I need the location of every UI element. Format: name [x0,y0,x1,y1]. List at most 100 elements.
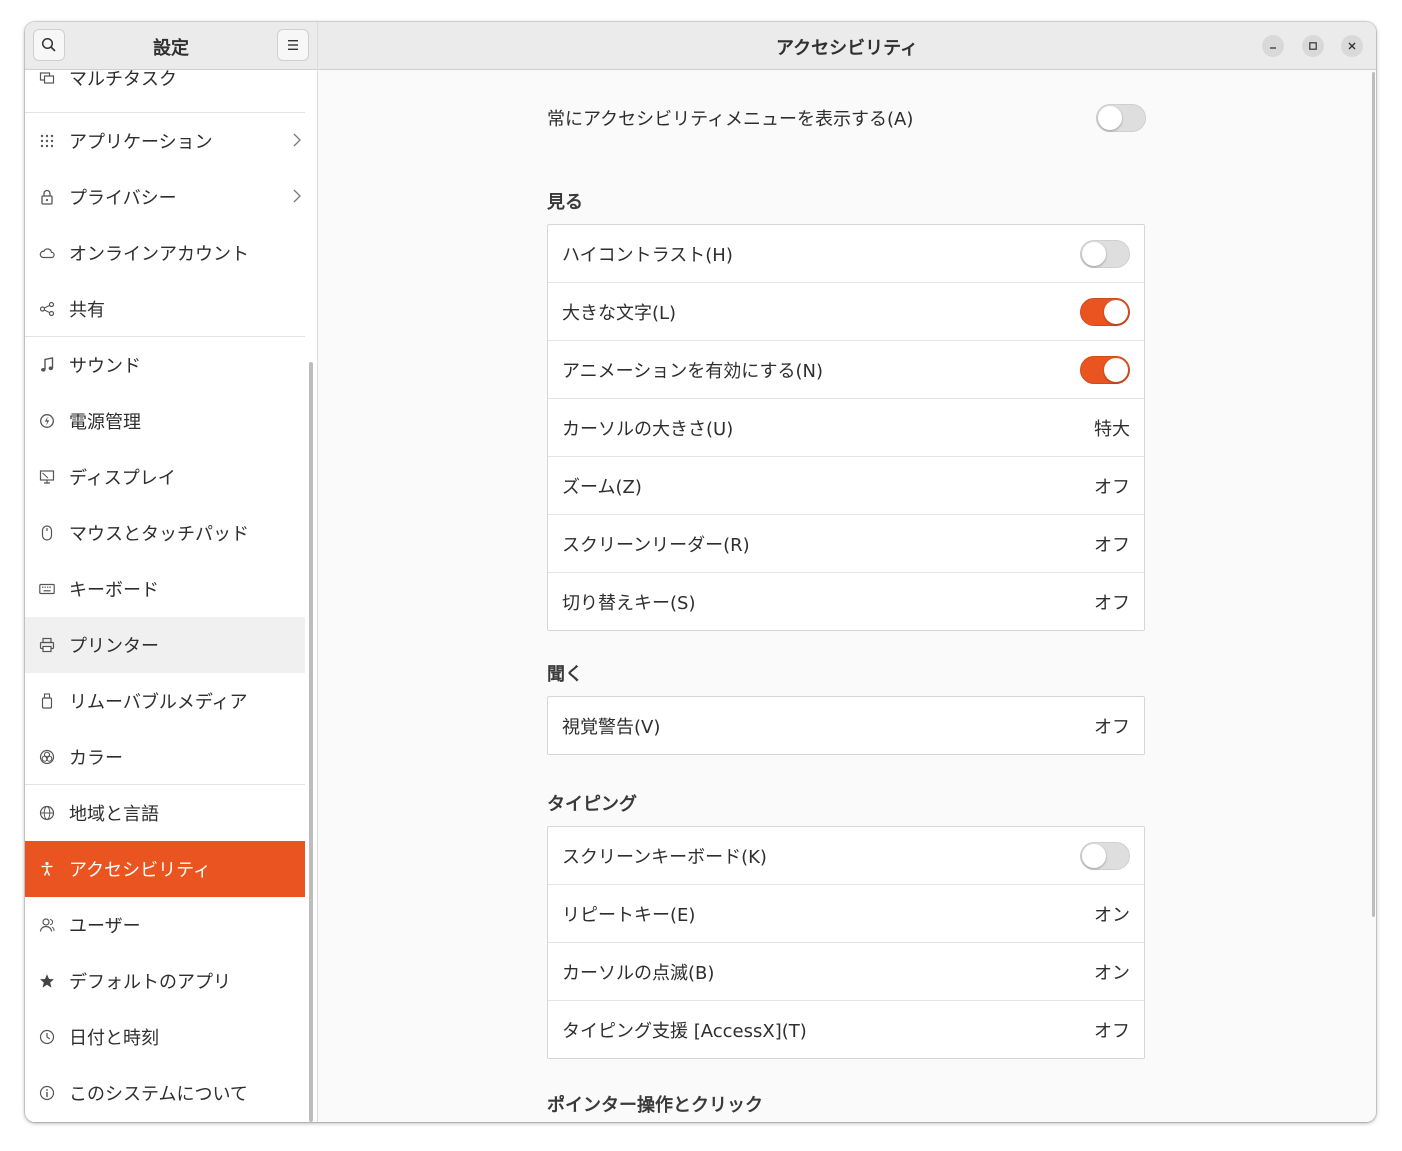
settings-window: 設定 マルチタスク アプリケーション プライバシー オンラインアカウント 共有 … [25,22,1376,1122]
sidebar-header: 設定 [25,22,317,70]
animations-toggle[interactable] [1080,355,1130,384]
cursor-blinking-row[interactable]: カーソルの点滅(B) オン [548,943,1144,1001]
row-label: スクリーンキーボード(K) [562,846,767,868]
removable-media-icon [39,693,55,709]
row-value: オフ [1094,592,1130,614]
visual-alerts-row[interactable]: 視覚警告(V) オフ [548,697,1144,754]
screen-keyboard-row[interactable]: スクリーンキーボード(K) [548,827,1144,885]
row-value: オフ [1094,1020,1130,1042]
main-header: アクセシビリティ [318,22,1376,70]
apps-grid-icon [39,133,55,149]
sidebar-item-label: 共有 [69,300,105,321]
sidebar-item-date-time[interactable]: 日付と時刻 [25,1009,305,1065]
row-label: ズーム(Z) [562,476,642,498]
row-label: 切り替えキー(S) [562,592,696,614]
sidebar-item-label: 電源管理 [69,412,141,433]
sidebar-item-display[interactable]: ディスプレイ [25,449,305,505]
large-text-row[interactable]: 大きな文字(L) [548,283,1144,341]
repeat-keys-row[interactable]: リピートキー(E) オン [548,885,1144,943]
minimize-icon [1270,47,1276,49]
maximize-icon [1309,42,1317,50]
main-content: 常にアクセシビリティメニューを表示する(A) 見る ハイコントラスト(H) 大き… [318,70,1376,1122]
row-label: カーソルの大きさ(U) [562,418,734,440]
sidebar-item-applications[interactable]: アプリケーション [25,113,305,169]
sidebar-item-label: プリンター [69,636,159,657]
sidebar-title: 設定 [153,38,189,59]
sidebar-item-label: デフォルトのアプリ [69,972,231,993]
row-label: リピートキー(E) [562,904,696,926]
sidebar-item-label: サウンド [69,356,141,377]
always-show-menu-row[interactable]: 常にアクセシビリティメニューを表示する(A) [547,98,1147,138]
sidebar-item-default-apps[interactable]: デフォルトのアプリ [25,953,305,1009]
typing-assist-row[interactable]: タイピング支援 [AccessX](T) オフ [548,1001,1144,1058]
section-title-pointing: ポインター操作とクリック [547,1095,763,1116]
typing-group: スクリーンキーボード(K) リピートキー(E) オン カーソルの点滅(B) オン… [547,826,1145,1059]
sidebar-item-label: リムーバブルメディア [69,692,248,713]
sidebar-item-mouse-touchpad[interactable]: マウスとタッチパッド [25,505,305,561]
screen-reader-row[interactable]: スクリーンリーダー(R) オフ [548,515,1144,573]
sidebar-item-removable-media[interactable]: リムーバブルメディア [25,673,305,729]
sidebar-item-printers[interactable]: プリンター [25,617,305,673]
search-button[interactable] [33,29,65,61]
row-label: 大きな文字(L) [562,302,677,324]
section-title-typing: タイピング [547,794,637,815]
always-show-menu-label: 常にアクセシビリティメニューを表示する(A) [547,109,914,130]
zoom-row[interactable]: ズーム(Z) オフ [548,457,1144,515]
star-icon [39,973,55,989]
sidebar-item-sound[interactable]: サウンド [25,337,305,393]
large-text-toggle[interactable] [1080,297,1130,326]
animations-row[interactable]: アニメーションを有効にする(N) [548,341,1144,399]
sidebar-item-users[interactable]: ユーザー [25,897,305,953]
sidebar-item-online-accounts[interactable]: オンラインアカウント [25,225,305,281]
screen-keyboard-toggle[interactable] [1080,841,1130,870]
share-icon [39,301,55,317]
mouse-icon [39,525,55,541]
section-title-seeing: 見る [547,192,583,213]
high-contrast-row[interactable]: ハイコントラスト(H) [548,225,1144,283]
users-icon [39,917,55,933]
sidebar-item-label: カラー [69,748,123,769]
sidebar-item-label: アクセシビリティ [69,860,212,881]
row-label: 視覚警告(V) [562,716,661,738]
close-button[interactable] [1341,35,1363,57]
sidebar-item-color[interactable]: カラー [25,729,305,785]
minimize-button[interactable] [1262,35,1284,57]
sidebar-item-sharing[interactable]: 共有 [25,281,305,337]
multitask-icon [39,70,55,86]
search-icon [41,37,56,52]
sidebar-item-label: マルチタスク [69,70,177,90]
row-value: オン [1094,962,1130,984]
high-contrast-toggle[interactable] [1080,239,1130,268]
sidebar-item-keyboard[interactable]: キーボード [25,561,305,617]
sidebar-item-power[interactable]: 電源管理 [25,393,305,449]
menu-button[interactable] [277,29,309,61]
sidebar-item-label: 日付と時刻 [69,1028,159,1049]
main-scrollbar[interactable] [1372,72,1375,917]
page-title: アクセシビリティ [775,38,919,59]
section-title-hearing: 聞く [547,664,583,685]
sidebar-item-multitask[interactable]: マルチタスク [25,70,305,106]
sidebar-item-label: オンラインアカウント [69,244,249,265]
row-value: オン [1094,904,1130,926]
power-icon [39,413,55,429]
always-show-menu-toggle[interactable] [1096,104,1146,132]
sidebar-item-label: ディスプレイ [69,468,176,489]
sidebar-scrollbar[interactable] [309,362,313,1122]
switch-keys-row[interactable]: 切り替えキー(S) オフ [548,573,1144,630]
sidebar-item-accessibility[interactable]: アクセシビリティ [25,841,305,897]
printer-icon [39,637,55,653]
maximize-button[interactable] [1302,35,1324,57]
info-icon [39,1085,55,1101]
sidebar-item-about[interactable]: このシステムについて [25,1065,305,1121]
sidebar-item-region-language[interactable]: 地域と言語 [25,785,305,841]
cursor-size-row[interactable]: カーソルの大きさ(U) 特大 [548,399,1144,457]
sidebar-list: マルチタスク アプリケーション プライバシー オンラインアカウント 共有 サウン… [25,70,305,1122]
sidebar-item-label: ユーザー [69,916,141,937]
cloud-icon [39,245,55,261]
chevron-right-icon [293,132,301,153]
sidebar-item-privacy[interactable]: プライバシー [25,169,305,225]
row-label: スクリーンリーダー(R) [562,534,750,556]
row-label: カーソルの点滅(B) [562,962,715,984]
sidebar-item-label: このシステムについて [69,1084,248,1105]
clock-icon [39,1029,55,1045]
